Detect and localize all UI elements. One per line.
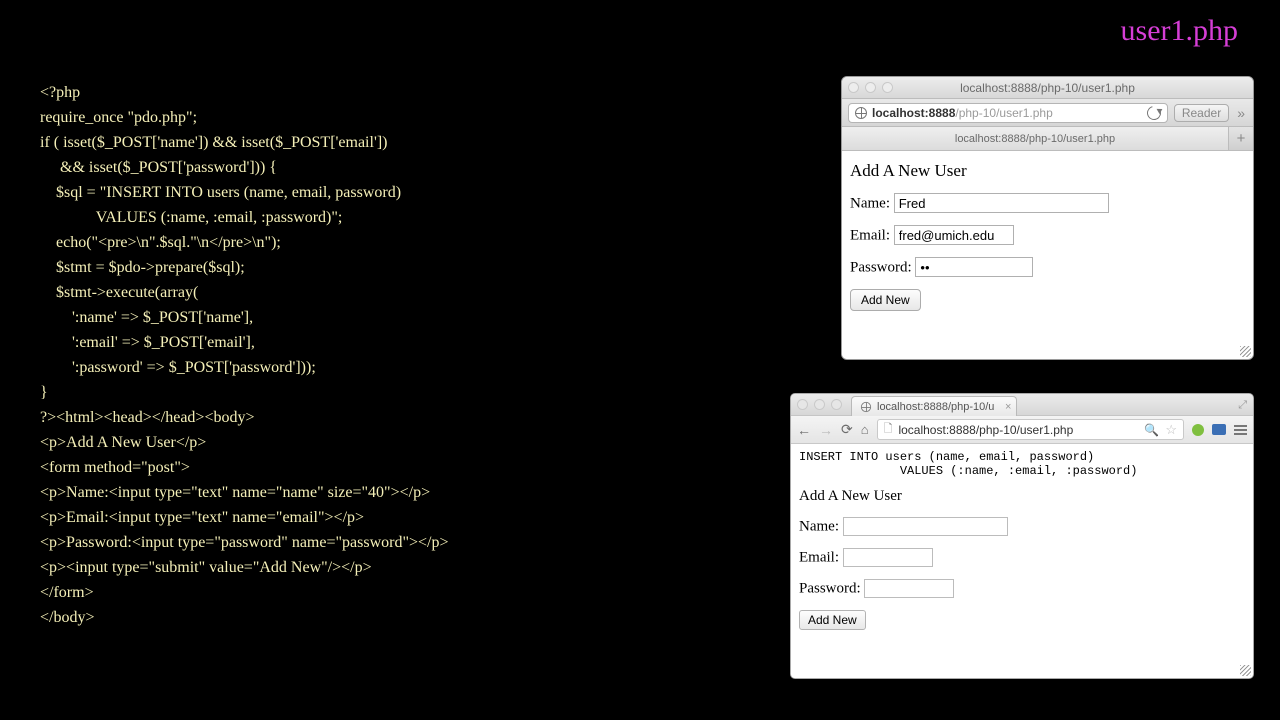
email-label: Email: — [799, 550, 839, 566]
page-icon: 🗋 — [884, 420, 893, 439]
page-heading: Add A New User — [799, 488, 1245, 505]
url-host: localhost:8888 — [872, 106, 955, 120]
back-icon[interactable]: ← — [797, 422, 811, 438]
bookmark-icon[interactable]: ☆ — [1165, 422, 1177, 438]
reader-button[interactable]: Reader — [1174, 104, 1229, 122]
extension-icon[interactable] — [1192, 424, 1204, 436]
menu-icon[interactable] — [1234, 425, 1247, 435]
reload-icon[interactable]: ⟳ — [841, 421, 853, 438]
close-tab-icon[interactable]: × — [1005, 401, 1011, 413]
password-label: Password: — [799, 581, 861, 597]
resize-grip-icon[interactable] — [1240, 665, 1251, 676]
safari-titlebar[interactable]: localhost:8888/php-10/user1.php — [842, 77, 1253, 99]
site-icon — [855, 107, 867, 119]
resize-grip-icon[interactable] — [1240, 346, 1251, 357]
home-icon[interactable]: ⌂ — [861, 422, 869, 437]
address-bar[interactable]: localhost:8888/php-10/user1.php — [848, 103, 1168, 123]
email-label: Email: — [850, 228, 890, 244]
extension-icon[interactable] — [1212, 424, 1226, 435]
address-bar[interactable]: 🗋 localhost:8888/php-10/user1.php 🔍 ☆ — [877, 419, 1184, 440]
php-source-code: <?php require_once "pdo.php"; if ( isset… — [40, 80, 449, 630]
safari-page-content: Add A New User Name: Email: Password: Ad… — [842, 151, 1253, 359]
window-title: localhost:8888/php-10/user1.php — [842, 81, 1253, 95]
name-label: Name: — [799, 519, 839, 535]
new-tab-button[interactable]: + — [1229, 127, 1253, 150]
zoom-icon[interactable] — [831, 399, 842, 410]
chrome-titlebar[interactable]: localhost:8888/php-10/u × ⤢ — [791, 394, 1253, 416]
name-input[interactable] — [894, 193, 1109, 213]
chrome-window: localhost:8888/php-10/u × ⤢ ← → ⟳ ⌂ 🗋 lo… — [790, 393, 1254, 679]
browser-tab[interactable]: localhost:8888/php-10/u × — [851, 396, 1017, 416]
search-icon[interactable]: 🔍 — [1144, 423, 1159, 437]
close-icon[interactable] — [797, 399, 808, 410]
submit-button[interactable]: Add New — [850, 289, 921, 311]
password-label: Password: — [850, 260, 912, 276]
minimize-icon[interactable] — [814, 399, 825, 410]
slide-title: user1.php — [1121, 14, 1238, 48]
url-path: /php-10/user1.php — [976, 423, 1073, 437]
sql-echo: INSERT INTO users (name, email, password… — [799, 450, 1245, 478]
safari-window: localhost:8888/php-10/user1.php localhos… — [841, 76, 1254, 360]
url-path: /php-10/user1.php — [955, 106, 1052, 120]
site-icon — [861, 401, 871, 411]
page-heading: Add A New User — [850, 161, 1245, 181]
submit-button[interactable]: Add New — [799, 610, 866, 630]
safari-toolbar: localhost:8888/php-10/user1.php Reader » — [842, 99, 1253, 127]
chrome-toolbar: ← → ⟳ ⌂ 🗋 localhost:8888/php-10/user1.ph… — [791, 416, 1253, 444]
safari-tabbar: localhost:8888/php-10/user1.php + — [842, 127, 1253, 151]
email-input[interactable] — [843, 548, 933, 567]
name-input[interactable] — [843, 517, 1008, 536]
tab-title: localhost:8888/php-10/u — [877, 401, 994, 413]
browser-tab[interactable]: localhost:8888/php-10/user1.php — [842, 127, 1229, 150]
reload-icon[interactable] — [1144, 103, 1163, 122]
chrome-page-content: INSERT INTO users (name, email, password… — [791, 444, 1253, 678]
password-input[interactable] — [864, 579, 954, 598]
forward-icon[interactable]: → — [819, 422, 833, 438]
url-host: localhost:8888 — [898, 423, 975, 437]
name-label: Name: — [850, 196, 890, 212]
fullscreen-icon[interactable]: ⤢ — [1238, 399, 1247, 412]
overflow-icon[interactable]: » — [1235, 105, 1247, 121]
email-input[interactable] — [894, 225, 1014, 245]
password-input[interactable] — [915, 257, 1033, 277]
